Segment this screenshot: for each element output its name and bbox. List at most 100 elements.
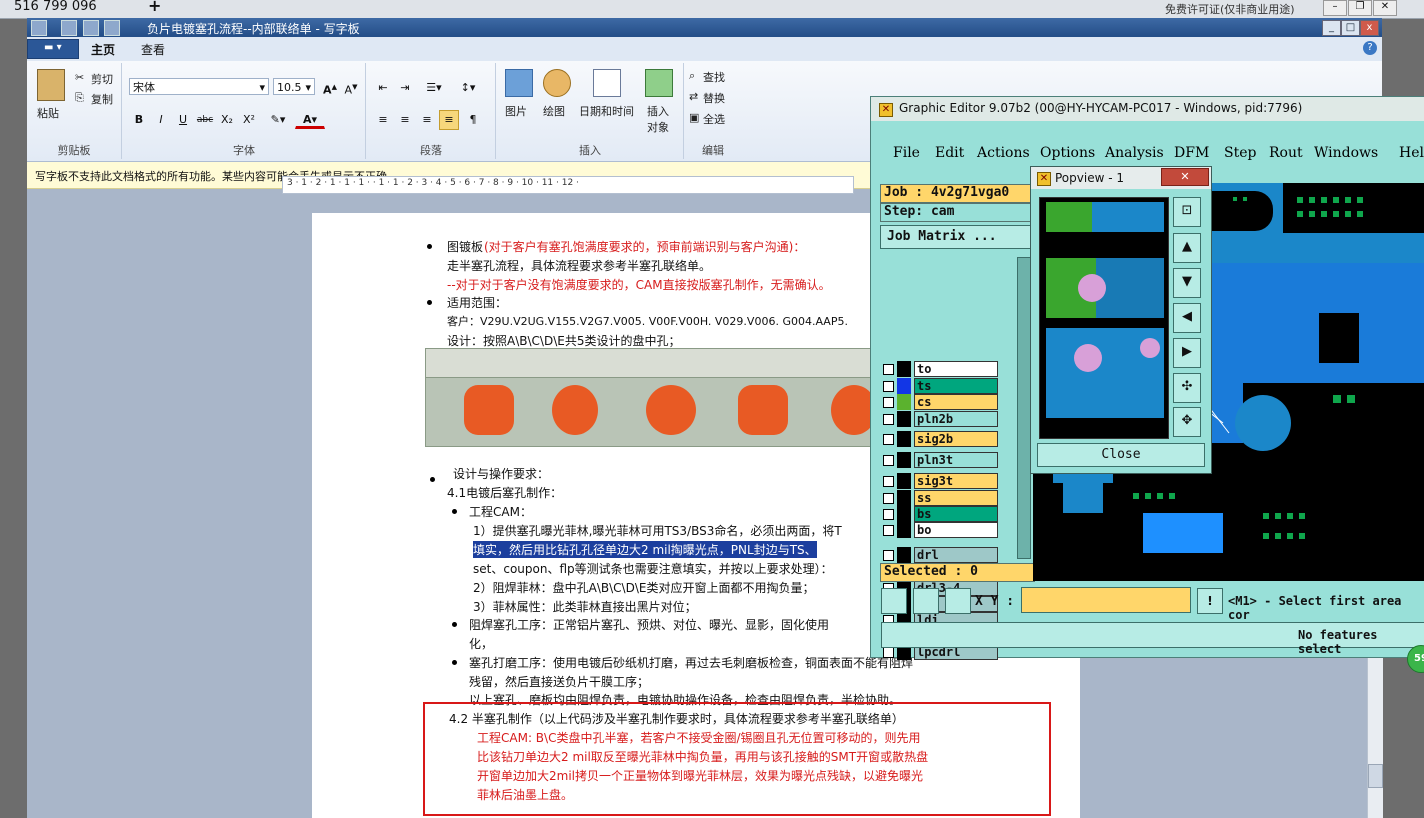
paint-label[interactable]: 绘图	[543, 103, 565, 119]
align-center-button[interactable]: ≡	[395, 110, 415, 130]
picture-label[interactable]: 图片	[505, 103, 527, 119]
layer-name[interactable]: ss	[914, 490, 998, 506]
select-all-label[interactable]: 全选	[703, 111, 725, 127]
selected-text[interactable]: 填实，然后用比钻孔孔径单边大2 mil掏曝光点，PNL封边与TS、	[473, 541, 817, 558]
redo-icon[interactable]	[104, 20, 120, 36]
layer-name[interactable]: bo	[914, 522, 998, 538]
notification-badge[interactable]: 59	[1407, 645, 1424, 673]
help-icon[interactable]: ?	[1363, 41, 1377, 55]
copy-icon[interactable]: ⎘	[75, 91, 84, 105]
layer-checkbox[interactable]	[883, 493, 894, 504]
layer-checkbox[interactable]	[883, 381, 894, 392]
paste-label[interactable]: 粘贴	[37, 105, 59, 121]
layer-checkbox[interactable]	[883, 397, 894, 408]
layer-color-swatch[interactable]	[897, 452, 911, 468]
layer-color-swatch[interactable]	[897, 361, 911, 377]
select-tool-icon[interactable]	[881, 588, 907, 614]
underline-button[interactable]: U	[173, 110, 193, 130]
pan-up-icon[interactable]: ▲	[1173, 233, 1201, 263]
datetime-label[interactable]: 日期和时间	[579, 103, 634, 119]
layer-checkbox[interactable]	[883, 476, 894, 487]
layer-checkbox[interactable]	[883, 509, 894, 520]
calendar-icon[interactable]	[593, 69, 621, 97]
layer-checkbox[interactable]	[883, 364, 894, 375]
replace-label[interactable]: 替换	[703, 90, 725, 106]
layer-name[interactable]: to	[914, 361, 998, 377]
layer-color-swatch[interactable]	[897, 506, 911, 522]
menu-step[interactable]: Step	[1224, 145, 1256, 161]
file-menu-button[interactable]: ▬ ▾	[27, 39, 79, 59]
measure-tool-icon[interactable]	[913, 588, 939, 614]
menu-file[interactable]: File	[893, 145, 920, 161]
replace-icon[interactable]: ⇄	[689, 90, 698, 103]
menu-actions[interactable]: Actions	[977, 145, 1030, 161]
layer-color-swatch[interactable]	[897, 490, 911, 506]
layer-color-swatch[interactable]	[897, 411, 911, 427]
layer-scrollbar[interactable]	[1017, 257, 1031, 559]
alert-icon[interactable]: !	[1197, 588, 1223, 614]
layer-name[interactable]: cs	[914, 394, 998, 410]
layer-name[interactable]: bs	[914, 506, 998, 522]
layer-checkbox[interactable]	[883, 647, 894, 658]
layer-color-swatch[interactable]	[897, 431, 911, 447]
pan-left-icon[interactable]: ◀	[1173, 303, 1201, 333]
menu-edit[interactable]: Edit	[935, 145, 964, 161]
add-tab-button[interactable]: +	[148, 0, 161, 15]
layer-name[interactable]: pln3t	[914, 452, 998, 468]
layer-name[interactable]: drl	[914, 547, 998, 563]
layer-name[interactable]: sig2b	[914, 431, 998, 447]
minimize-button[interactable]: –	[1323, 0, 1347, 16]
layer-checkbox[interactable]	[883, 525, 894, 536]
menu-options[interactable]: Options	[1040, 145, 1095, 161]
justify-button[interactable]: ≡	[439, 110, 459, 130]
layer-checkbox[interactable]	[883, 550, 894, 561]
paragraph-settings-button[interactable]: ¶	[463, 110, 483, 130]
shrink-font-button[interactable]: A▼	[341, 77, 361, 97]
popview-close-button[interactable]: Close	[1037, 443, 1205, 467]
layer-checkbox[interactable]	[883, 434, 894, 445]
font-size-select[interactable]: 10.5 ▾	[273, 78, 315, 95]
job-matrix-button[interactable]: Job Matrix ...	[880, 225, 1036, 249]
align-right-button[interactable]: ≡	[417, 110, 437, 130]
zoom-out-icon[interactable]: ✣	[1173, 373, 1201, 403]
pan-down-icon[interactable]: ▼	[1173, 268, 1201, 298]
insert-object-label[interactable]: 插入 对象	[645, 103, 671, 135]
layer-color-swatch[interactable]	[897, 394, 911, 410]
undo-icon[interactable]	[83, 20, 99, 36]
decrease-indent-button[interactable]: ⇤	[373, 78, 393, 98]
zoom-in-icon[interactable]: ✥	[1173, 407, 1201, 437]
strikethrough-button[interactable]: abc	[195, 110, 215, 130]
menu-help[interactable]: Help	[1399, 145, 1424, 161]
layer-color-swatch[interactable]	[897, 522, 911, 538]
find-label[interactable]: 查找	[703, 69, 725, 85]
restore-button[interactable]: ❐	[1348, 0, 1372, 16]
popview-close-x-button[interactable]: ✕	[1161, 168, 1209, 186]
line-spacing-button[interactable]: ↕▾	[453, 78, 483, 98]
layer-name[interactable]: pln2b	[914, 411, 998, 427]
wp-close-button[interactable]: x	[1360, 20, 1379, 36]
picture-icon[interactable]	[505, 69, 533, 97]
xy-input[interactable]	[1021, 587, 1191, 613]
highlight-color-button[interactable]: ✎▾	[263, 110, 293, 130]
bold-button[interactable]: B	[129, 110, 149, 130]
layer-checkbox[interactable]	[883, 455, 894, 466]
grow-font-button[interactable]: A▲	[320, 77, 340, 97]
font-color-button[interactable]: A▾	[295, 110, 325, 129]
cut-label[interactable]: 剪切	[91, 71, 113, 87]
layer-name[interactable]: ts	[914, 378, 998, 394]
italic-button[interactable]: I	[151, 110, 171, 130]
paint-icon[interactable]	[543, 69, 571, 97]
scroll-thumb[interactable]	[1368, 764, 1383, 788]
find-icon[interactable]: ⌕	[689, 69, 695, 83]
tab-view[interactable]: 查看	[141, 41, 165, 58]
menu-rout[interactable]: Rout	[1269, 145, 1303, 161]
layer-color-swatch[interactable]	[897, 473, 911, 489]
menu-dfm[interactable]: DFM	[1174, 145, 1209, 161]
layer-color-swatch[interactable]	[897, 547, 911, 563]
grid-tool-icon[interactable]	[945, 588, 971, 614]
cut-icon[interactable]: ✂	[75, 71, 84, 84]
layer-name[interactable]: sig3t	[914, 473, 998, 489]
subscript-button[interactable]: X₂	[217, 110, 237, 130]
align-left-button[interactable]: ≡	[373, 110, 393, 130]
paste-icon[interactable]	[37, 69, 65, 101]
